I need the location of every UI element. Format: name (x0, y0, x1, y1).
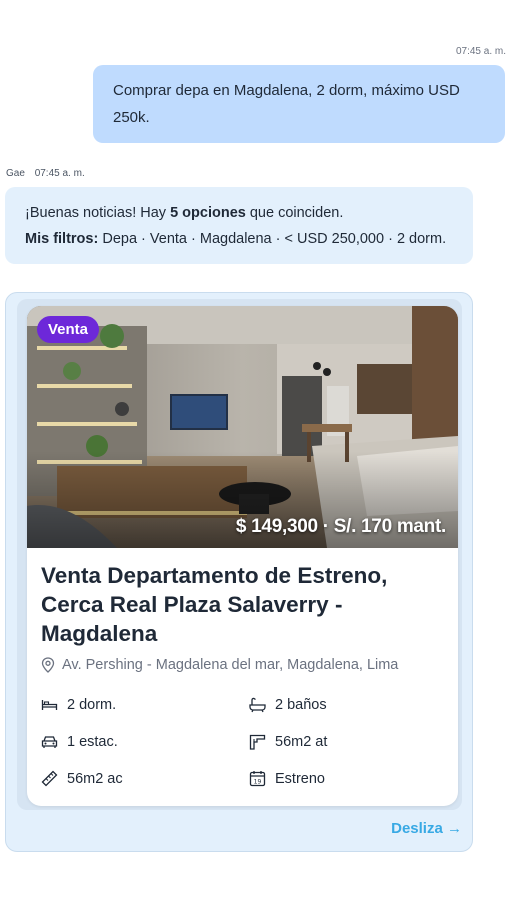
user-message-bubble: Comprar depa en Magdalena, 2 dorm, máxim… (93, 65, 505, 143)
total-area-value: 56m2 at (275, 734, 328, 750)
filters-text: Depa · Venta · Magdalena · < USD 250,000… (98, 231, 447, 247)
bot-message-line: ¡Buenas noticias! Hay 5 opciones que coi… (25, 200, 453, 226)
bot-message-meta: Gae 07:45 a. m. (6, 168, 85, 179)
parking-value: 1 estac. (67, 734, 118, 750)
car-icon (41, 736, 58, 748)
listing-price: $ 149,300 · S/. 170 mant. (235, 516, 446, 537)
user-message-time: 07:45 a. m. (455, 46, 506, 57)
listing-title[interactable]: Venta Departamento de Estreno, Cerca Rea… (41, 561, 441, 648)
bot-filters-line: Mis filtros: Depa · Venta · Magdalena · … (25, 226, 453, 252)
floor-plan-icon (249, 734, 266, 750)
bed-icon (41, 700, 58, 710)
calendar-day: 19 (254, 779, 262, 786)
filters-label: Mis filtros: (25, 231, 99, 247)
feature-bedrooms: 2 dorm. (41, 697, 116, 713)
carousel-scroll-area[interactable]: Venta $ 149,300 · S/. 170 mant. Venta De… (17, 299, 462, 810)
listing-type-badge: Venta (37, 316, 100, 343)
bot-text: que coinciden. (245, 205, 344, 221)
listing-carousel: Venta $ 149,300 · S/. 170 mant. Venta De… (5, 292, 473, 852)
feature-total-area: 56m2 at (249, 734, 327, 750)
address-text: Av. Pershing - Magdalena del mar, Magdal… (62, 657, 399, 673)
swipe-hint[interactable]: Desliza → (391, 820, 462, 837)
feature-parking: 1 estac. (41, 734, 118, 750)
feature-bathrooms: 2 baños (249, 697, 327, 713)
ruler-icon (41, 770, 58, 787)
listing-address: Av. Pershing - Magdalena del mar, Magdal… (41, 657, 398, 673)
bot-options-count: 5 opciones (170, 205, 246, 221)
listing-card[interactable]: Venta $ 149,300 · S/. 170 mant. Venta De… (27, 306, 458, 806)
bot-message-bubble: ¡Buenas noticias! Hay 5 opciones que coi… (5, 187, 473, 264)
built-area-value: 56m2 ac (67, 770, 123, 787)
bot-text: ¡Buenas noticias! Hay (25, 205, 171, 221)
bot-message-time: 07:45 a. m. (34, 168, 85, 179)
feature-built-area: 56m2 ac (41, 770, 123, 787)
bot-name: Gae (6, 168, 25, 179)
map-pin-icon (41, 657, 55, 673)
status-value: Estreno (275, 770, 325, 787)
bathrooms-value: 2 baños (275, 697, 327, 713)
bathtub-icon (249, 697, 266, 713)
bedrooms-value: 2 dorm. (67, 697, 117, 713)
feature-status: 19 Estreno (249, 770, 325, 787)
listing-photo[interactable]: Venta $ 149,300 · S/. 170 mant. (27, 306, 458, 548)
calendar-icon: 19 (249, 771, 266, 787)
